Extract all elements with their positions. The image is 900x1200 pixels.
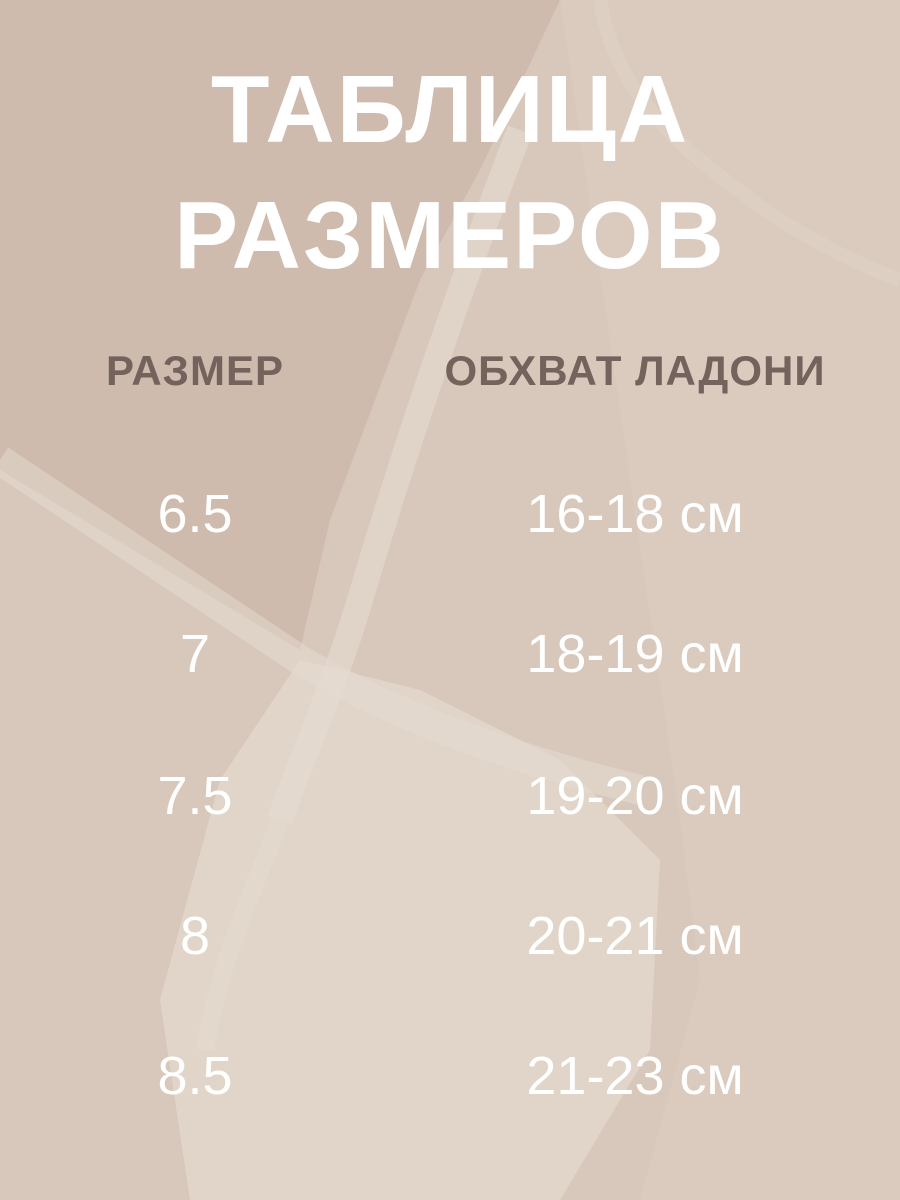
- page-title-line-2: РАЗМЕРОВ: [174, 182, 726, 289]
- table-row: 8 20-21 см: [0, 906, 900, 966]
- girth-column-header: ОБХВАТ ЛАДОНИ: [444, 347, 826, 394]
- size-column-header: РАЗМЕР: [106, 347, 284, 394]
- table-row: 6.5 16-18 см: [0, 484, 900, 544]
- background-texture: [0, 0, 900, 1200]
- girth-cell: 21-23 см: [526, 1046, 744, 1106]
- size-cell: 7: [179, 624, 211, 684]
- table-row: 7.5 19-20 см: [0, 766, 900, 826]
- girth-cell: 18-19 см: [526, 624, 744, 684]
- girth-cell: 20-21 см: [526, 906, 744, 966]
- size-cell: 8: [179, 906, 211, 966]
- girth-cell: 19-20 см: [526, 766, 744, 826]
- size-cell: 8.5: [157, 1046, 233, 1106]
- size-cell: 6.5: [157, 484, 233, 544]
- table-row: 8.5 21-23 см: [0, 1046, 900, 1106]
- table-row: 7 18-19 см: [0, 624, 900, 684]
- girth-cell: 16-18 см: [526, 484, 744, 544]
- size-cell: 7.5: [157, 766, 233, 826]
- page-title-line-1: ТАБЛИЦА: [210, 56, 690, 163]
